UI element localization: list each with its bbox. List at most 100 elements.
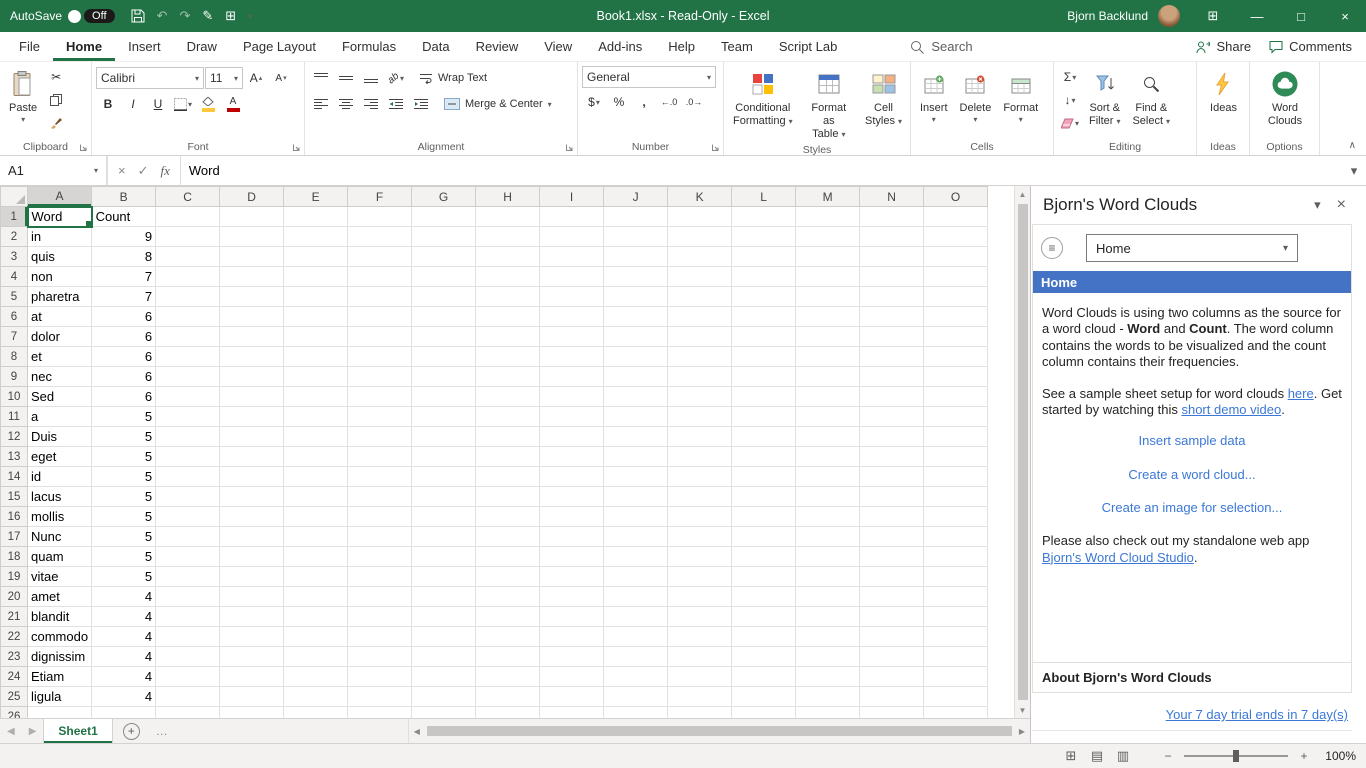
cell-L11[interactable] <box>731 406 797 427</box>
cell-G11[interactable] <box>411 406 477 427</box>
cell-J19[interactable] <box>603 566 669 587</box>
cell-K11[interactable] <box>667 406 733 427</box>
row-header-12[interactable]: 12 <box>0 426 28 447</box>
cell-B18[interactable]: 5 <box>91 546 157 567</box>
cell-L8[interactable] <box>731 346 797 367</box>
format-as-table-button[interactable]: Format as Table ▾ <box>800 66 858 144</box>
redo-button[interactable]: ↷ <box>179 8 190 24</box>
cell-O25[interactable] <box>923 686 989 707</box>
cell-A19[interactable]: vitae <box>26 566 93 587</box>
cell-C11[interactable] <box>155 406 221 427</box>
cell-E5[interactable] <box>283 286 349 307</box>
cell-C5[interactable] <box>155 286 221 307</box>
cell-N1[interactable] <box>859 206 925 227</box>
font-color-button[interactable]: A <box>221 93 245 115</box>
cell-I1[interactable] <box>539 206 605 227</box>
tab-data[interactable]: Data <box>409 32 462 61</box>
dialog-launcher-icon[interactable] <box>292 143 301 152</box>
cell-C9[interactable] <box>155 366 221 387</box>
cell-G16[interactable] <box>411 506 477 527</box>
cell-A14[interactable]: id <box>26 466 93 487</box>
zoom-in-button[interactable]: + <box>1294 749 1314 763</box>
bold-button[interactable]: B <box>96 93 120 115</box>
cell-N7[interactable] <box>859 326 925 347</box>
cell-G2[interactable] <box>411 226 477 247</box>
decrease-indent-button[interactable] <box>384 93 408 115</box>
cell-E20[interactable] <box>283 586 349 607</box>
avatar[interactable] <box>1158 5 1180 27</box>
cell-M2[interactable] <box>795 226 861 247</box>
cell-D1[interactable] <box>219 206 285 227</box>
cell-F16[interactable] <box>347 506 413 527</box>
cell-M10[interactable] <box>795 386 861 407</box>
cell-B21[interactable]: 4 <box>91 606 157 627</box>
cell-C22[interactable] <box>155 626 221 647</box>
cell-E17[interactable] <box>283 526 349 547</box>
cell-A7[interactable]: dolor <box>26 326 93 347</box>
cell-E8[interactable] <box>283 346 349 367</box>
cell-B19[interactable]: 5 <box>91 566 157 587</box>
cell-G13[interactable] <box>411 446 477 467</box>
cell-N18[interactable] <box>859 546 925 567</box>
cell-D9[interactable] <box>219 366 285 387</box>
collapse-ribbon-button[interactable]: ∧ <box>1349 140 1356 151</box>
cell-styles-button[interactable]: Cell Styles ▾ <box>860 66 907 130</box>
cell-B7[interactable]: 6 <box>91 326 157 347</box>
cell-H23[interactable] <box>475 646 541 667</box>
cell-A21[interactable]: blandit <box>26 606 93 627</box>
save-button[interactable] <box>131 9 145 23</box>
cell-F7[interactable] <box>347 326 413 347</box>
cell-C7[interactable] <box>155 326 221 347</box>
font-size-combo[interactable]: 11 ▾ <box>205 67 243 89</box>
align-right-button[interactable] <box>359 93 383 115</box>
cell-J16[interactable] <box>603 506 669 527</box>
horizontal-scrollbar[interactable]: ◀ ▶ <box>407 719 1030 743</box>
tab-file[interactable]: File <box>6 32 53 61</box>
cell-D5[interactable] <box>219 286 285 307</box>
cell-B6[interactable]: 6 <box>91 306 157 327</box>
cell-K21[interactable] <box>667 606 733 627</box>
row-header-25[interactable]: 25 <box>0 686 28 707</box>
cell-N8[interactable] <box>859 346 925 367</box>
cell-D2[interactable] <box>219 226 285 247</box>
cell-H10[interactable] <box>475 386 541 407</box>
cell-O9[interactable] <box>923 366 989 387</box>
new-sheet-button[interactable]: + <box>122 722 140 740</box>
cell-B12[interactable]: 5 <box>91 426 157 447</box>
cell-D7[interactable] <box>219 326 285 347</box>
cell-L9[interactable] <box>731 366 797 387</box>
cell-J7[interactable] <box>603 326 669 347</box>
cell-J15[interactable] <box>603 486 669 507</box>
cell-K14[interactable] <box>667 466 733 487</box>
cell-I15[interactable] <box>539 486 605 507</box>
demo-video-link[interactable]: short demo video <box>1181 402 1281 417</box>
cell-O19[interactable] <box>923 566 989 587</box>
cell-I8[interactable] <box>539 346 605 367</box>
trial-link[interactable]: Your 7 day trial ends in 7 day(s) <box>1166 707 1348 722</box>
increase-indent-button[interactable] <box>409 93 433 115</box>
tab-page-layout[interactable]: Page Layout <box>230 32 329 61</box>
cell-O8[interactable] <box>923 346 989 367</box>
cell-D11[interactable] <box>219 406 285 427</box>
cell-G5[interactable] <box>411 286 477 307</box>
column-header-F[interactable]: F <box>347 186 413 207</box>
cell-N16[interactable] <box>859 506 925 527</box>
cell-F25[interactable] <box>347 686 413 707</box>
column-header-J[interactable]: J <box>603 186 669 207</box>
cell-G15[interactable] <box>411 486 477 507</box>
tab-team[interactable]: Team <box>708 32 766 61</box>
align-top-button[interactable] <box>309 67 333 89</box>
cell-O17[interactable] <box>923 526 989 547</box>
cell-J6[interactable] <box>603 306 669 327</box>
increase-decimal-button[interactable]: ←.0 <box>657 91 681 113</box>
cell-M24[interactable] <box>795 666 861 687</box>
cell-O10[interactable] <box>923 386 989 407</box>
cell-M4[interactable] <box>795 266 861 287</box>
autosave-toggle[interactable]: Off <box>68 9 115 23</box>
cell-C12[interactable] <box>155 426 221 447</box>
customize-qat-button[interactable]: ▾ <box>248 12 252 21</box>
cell-A3[interactable]: quis <box>26 246 93 267</box>
cell-D15[interactable] <box>219 486 285 507</box>
cell-I14[interactable] <box>539 466 605 487</box>
tab-review[interactable]: Review <box>463 32 532 61</box>
